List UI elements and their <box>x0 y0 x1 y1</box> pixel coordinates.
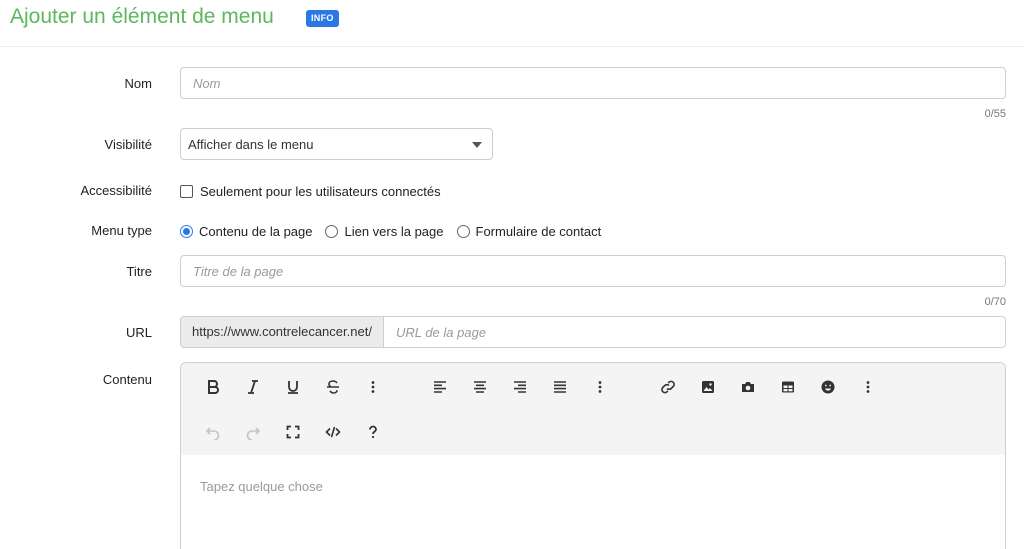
title-input[interactable] <box>180 255 1006 287</box>
camera-icon[interactable] <box>734 373 762 401</box>
url-prefix: https://www.contrelecancer.net/ <box>180 316 384 348</box>
radio-option-page-link[interactable]: Lien vers la page <box>325 224 444 239</box>
align-left-icon[interactable] <box>426 373 454 401</box>
radio-option-page-content[interactable]: Contenu de la page <box>180 224 312 239</box>
redo-icon[interactable] <box>239 418 267 446</box>
radio-page-link[interactable] <box>325 224 339 238</box>
underline-icon[interactable] <box>279 373 307 401</box>
menu-type-radio-group: Contenu de la page Lien vers la page For… <box>180 223 614 239</box>
more-vertical-icon[interactable] <box>854 373 882 401</box>
emoji-icon[interactable] <box>814 373 842 401</box>
help-icon[interactable] <box>359 418 387 446</box>
title-label: Titre <box>126 264 152 279</box>
radio-option-contact-form[interactable]: Formulaire de contact <box>456 224 602 239</box>
accessibility-option[interactable]: Seulement pour les utilisateurs connecté… <box>180 183 441 199</box>
strikethrough-icon[interactable] <box>319 373 347 401</box>
radio-page-content[interactable] <box>180 224 193 238</box>
visibility-select[interactable]: Afficher dans le menu <box>180 128 493 160</box>
url-input[interactable] <box>383 316 1006 348</box>
title-counter: 0/70 <box>984 296 1006 308</box>
align-center-icon[interactable] <box>466 373 494 401</box>
info-badge[interactable]: INFO <box>306 10 339 27</box>
code-view-icon[interactable] <box>319 418 347 446</box>
url-label: URL <box>125 325 152 340</box>
accessibility-label: Accessibilité <box>80 183 152 198</box>
logged-in-only-label[interactable]: Seulement pour les utilisateurs connecté… <box>200 184 441 199</box>
page-title: Ajouter un élément de menu <box>10 5 274 28</box>
bold-icon[interactable] <box>199 373 227 401</box>
more-vertical-icon[interactable] <box>359 373 387 401</box>
rich-text-editor: Tapez quelque chose <box>180 362 1006 549</box>
logged-in-only-checkbox[interactable] <box>180 184 193 198</box>
image-icon[interactable] <box>694 373 722 401</box>
caret-down-icon <box>472 142 482 148</box>
radio-contact-form[interactable] <box>456 224 470 238</box>
radio-label-contact-form[interactable]: Formulaire de contact <box>476 224 602 239</box>
menu-type-label: Menu type <box>91 223 152 238</box>
undo-icon[interactable] <box>199 418 227 446</box>
italic-icon[interactable] <box>239 373 267 401</box>
editor-content-area[interactable]: Tapez quelque chose <box>200 479 323 494</box>
content-label: Contenu <box>102 372 152 387</box>
align-justify-icon[interactable] <box>546 373 574 401</box>
visibility-label: Visibilité <box>104 137 152 152</box>
radio-label-page-content[interactable]: Contenu de la page <box>199 224 312 239</box>
editor-toolbar <box>181 363 1005 455</box>
more-vertical-icon[interactable] <box>586 373 614 401</box>
url-input-group: https://www.contrelecancer.net/ <box>180 316 1006 348</box>
page-header: Ajouter un élément de menu INFO <box>0 0 1024 47</box>
name-counter: 0/55 <box>984 108 1006 120</box>
name-label: Nom <box>124 76 152 91</box>
visibility-selected-value: Afficher dans le menu <box>188 137 314 152</box>
link-icon[interactable] <box>654 373 682 401</box>
align-right-icon[interactable] <box>506 373 534 401</box>
table-icon[interactable] <box>774 373 802 401</box>
name-input[interactable] <box>180 67 1006 99</box>
radio-label-page-link[interactable]: Lien vers la page <box>344 224 443 239</box>
fullscreen-icon[interactable] <box>279 418 307 446</box>
